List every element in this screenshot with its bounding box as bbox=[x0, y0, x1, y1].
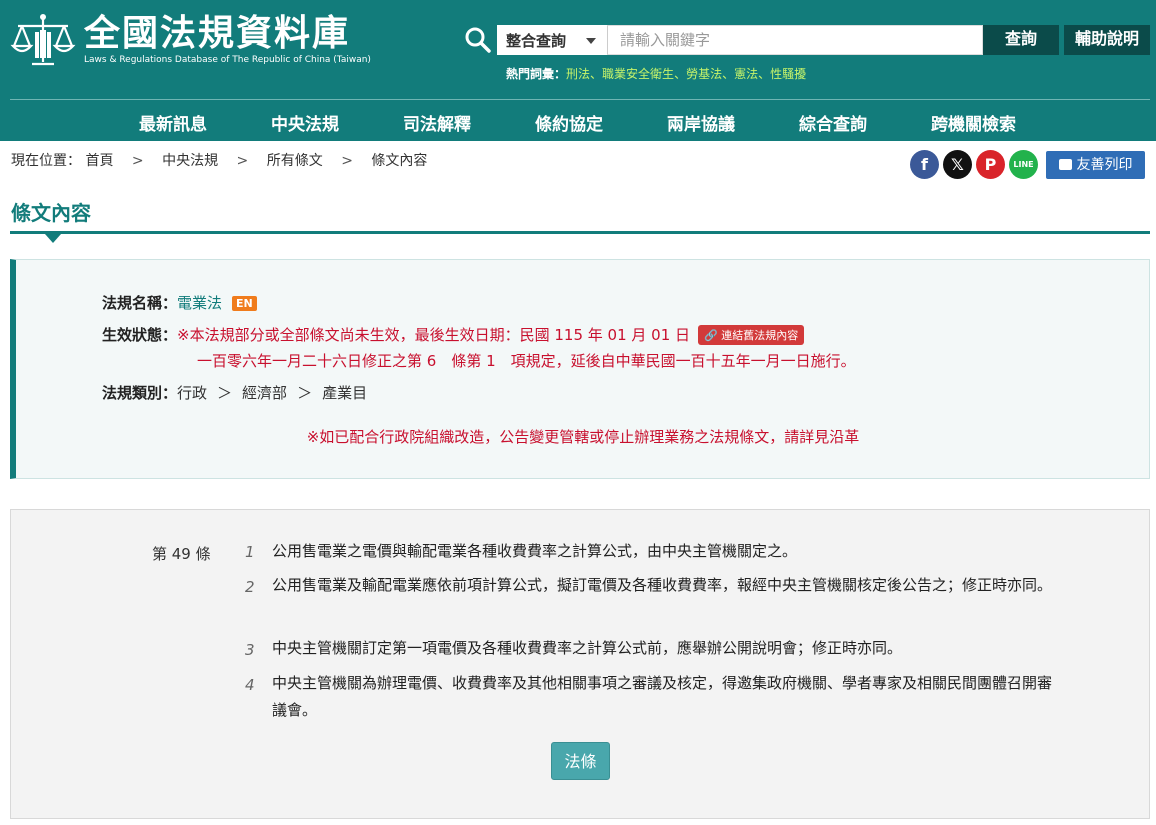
title-divider bbox=[10, 231, 1150, 234]
paragraph-text: 中央主管機關為辦理電價、收費費率及其他相關事項之審議及核定，得邀集政府機關、學者… bbox=[272, 674, 1053, 719]
plurk-share-icon[interactable]: P bbox=[976, 150, 1005, 179]
paragraph-text: 中央主管機關訂定第一項電價及各種收費費率之計算公式前，應舉辦公開說明會；修正時亦… bbox=[272, 639, 903, 657]
old-law-link-button[interactable]: 🔗 連結舊法規內容 bbox=[698, 325, 805, 345]
site-header: 全國法規資料庫 Laws & Regulations Database of T… bbox=[0, 0, 1156, 141]
nav-item-cross-agency-search[interactable]: 跨機關檢索 bbox=[931, 110, 1016, 135]
status-label: 生效狀態： bbox=[102, 326, 178, 344]
breadcrumb-all-articles[interactable]: 所有條文 bbox=[267, 153, 323, 169]
breadcrumb-central-laws[interactable]: 中央法規 bbox=[162, 153, 218, 169]
old-law-link-label: 連結舊法規內容 bbox=[721, 329, 799, 342]
paragraph-text: 公用售電業之電價與輸配電業各種收費費率之計算公式，由中央主管機關定之。 bbox=[272, 542, 798, 560]
search-icon[interactable] bbox=[464, 26, 492, 54]
print-button[interactable]: 友善列印 bbox=[1046, 151, 1145, 179]
hot-word-link[interactable]: 勞基法 bbox=[686, 67, 722, 81]
breadcrumb-current: 條文內容 bbox=[371, 153, 428, 169]
nav-item-central-laws[interactable]: 中央法規 bbox=[271, 110, 339, 135]
law-name-label: 法規名稱： bbox=[102, 294, 178, 312]
paragraph-number: 1 bbox=[245, 543, 255, 561]
printer-icon bbox=[1058, 159, 1072, 170]
hot-word-link[interactable]: 憲法 bbox=[734, 67, 758, 81]
search-type-value: 整合查詢 bbox=[506, 32, 567, 50]
english-version-badge[interactable]: EN bbox=[232, 296, 257, 311]
breadcrumb-label: 現在位置： bbox=[11, 153, 81, 169]
scales-of-justice-icon bbox=[10, 14, 76, 66]
category-row: 法規類別：行政＞經濟部＞產業目 bbox=[102, 382, 367, 403]
breadcrumb-separator: > bbox=[236, 153, 249, 169]
article-button[interactable]: 法條 bbox=[551, 742, 610, 780]
x-share-icon[interactable]: 𝕏 bbox=[943, 150, 972, 179]
main-nav: 最新訊息 中央法規 司法解釋 條約協定 兩岸協議 綜合查詢 跨機關檢索 bbox=[0, 100, 1156, 141]
nav-item-judicial-interpretations[interactable]: 司法解釋 bbox=[403, 110, 471, 135]
paragraph-number: 2 bbox=[245, 578, 255, 596]
category-label: 法規類別： bbox=[102, 384, 178, 402]
breadcrumb-separator: > bbox=[131, 153, 144, 169]
status-row: 生效狀態：※本法規部分或全部條文尚未生效，最後生效日期：民國 115 年 01 … bbox=[102, 324, 805, 345]
paragraph-number: 3 bbox=[245, 641, 255, 659]
nav-item-cross-strait[interactable]: 兩岸協議 bbox=[667, 110, 735, 135]
status-text: ※本法規部分或全部條文尚未生效，最後生效日期：民國 115 年 01 月 01 … bbox=[177, 326, 690, 344]
breadcrumb-home[interactable]: 首頁 bbox=[85, 153, 113, 169]
line-share-icon[interactable]: LINE bbox=[1009, 150, 1038, 179]
site-subtitle: Laws & Regulations Database of The Repub… bbox=[84, 55, 371, 65]
law-name-row: 法規名稱：電業法 EN bbox=[102, 292, 257, 313]
article-box: 第 49 條 1 公用售電業之電價與輸配電業各種收費費率之計算公式，由中央主管機… bbox=[10, 509, 1150, 819]
article-number: 第 49 條 bbox=[152, 545, 211, 563]
site-logo[interactable]: 全國法規資料庫 Laws & Regulations Database of T… bbox=[10, 12, 371, 74]
facebook-share-icon[interactable]: f bbox=[910, 150, 939, 179]
help-button[interactable]: 輔助說明 bbox=[1064, 25, 1150, 55]
paragraph-number: 4 bbox=[245, 676, 255, 694]
chevron-down-icon bbox=[586, 38, 596, 44]
nav-item-treaties[interactable]: 條約協定 bbox=[535, 110, 603, 135]
hot-word-link[interactable]: 刑法 bbox=[566, 67, 590, 81]
breadcrumb-separator: > bbox=[341, 153, 353, 169]
law-info-box: 法規名稱：電業法 EN 生效狀態：※本法規部分或全部條文尚未生效，最後生效日期：民… bbox=[10, 259, 1150, 479]
category-path: 行政＞經濟部＞產業目 bbox=[177, 384, 368, 402]
nav-item-integrated-search[interactable]: 綜合查詢 bbox=[799, 110, 867, 135]
status-detail: 一百零六年一月二十六日修正之第 6 條第 1 項規定，延後自中華民國一百十五年一… bbox=[197, 352, 856, 370]
hot-word-link[interactable]: 性騷擾 bbox=[770, 67, 806, 81]
link-icon: 🔗 bbox=[704, 329, 722, 342]
paragraph-text: 公用售電業及輸配電業應依前項計算公式，擬訂電價及各種收費費率，報經中央主管機關核… bbox=[272, 576, 1053, 594]
nav-item-news[interactable]: 最新訊息 bbox=[139, 110, 207, 135]
query-button[interactable]: 查詢 bbox=[983, 25, 1059, 55]
search-input[interactable] bbox=[607, 25, 983, 55]
hot-words: 熱門詞彙：刑法、職業安全衛生、勞基法、憲法、性騷擾 bbox=[506, 67, 807, 81]
print-button-label: 友善列印 bbox=[1076, 157, 1133, 173]
breadcrumb: 現在位置： 首頁 > 中央法規 > 所有條文 > 條文內容 bbox=[11, 150, 427, 170]
hot-words-label: 熱門詞彙： bbox=[506, 67, 567, 81]
hot-word-link[interactable]: 職業安全衛生 bbox=[602, 67, 674, 81]
page-title: 條文內容 bbox=[11, 201, 91, 225]
reorganization-note: ※如已配合行政院組織改造，公告變更管轄或停止辦理業務之法規條文，請詳見沿革 bbox=[306, 428, 860, 446]
law-name-link[interactable]: 電業法 bbox=[177, 294, 222, 312]
site-title: 全國法規資料庫 bbox=[84, 13, 351, 54]
search-type-select[interactable]: 整合查詢 bbox=[497, 25, 607, 55]
title-pointer-icon bbox=[45, 234, 61, 243]
